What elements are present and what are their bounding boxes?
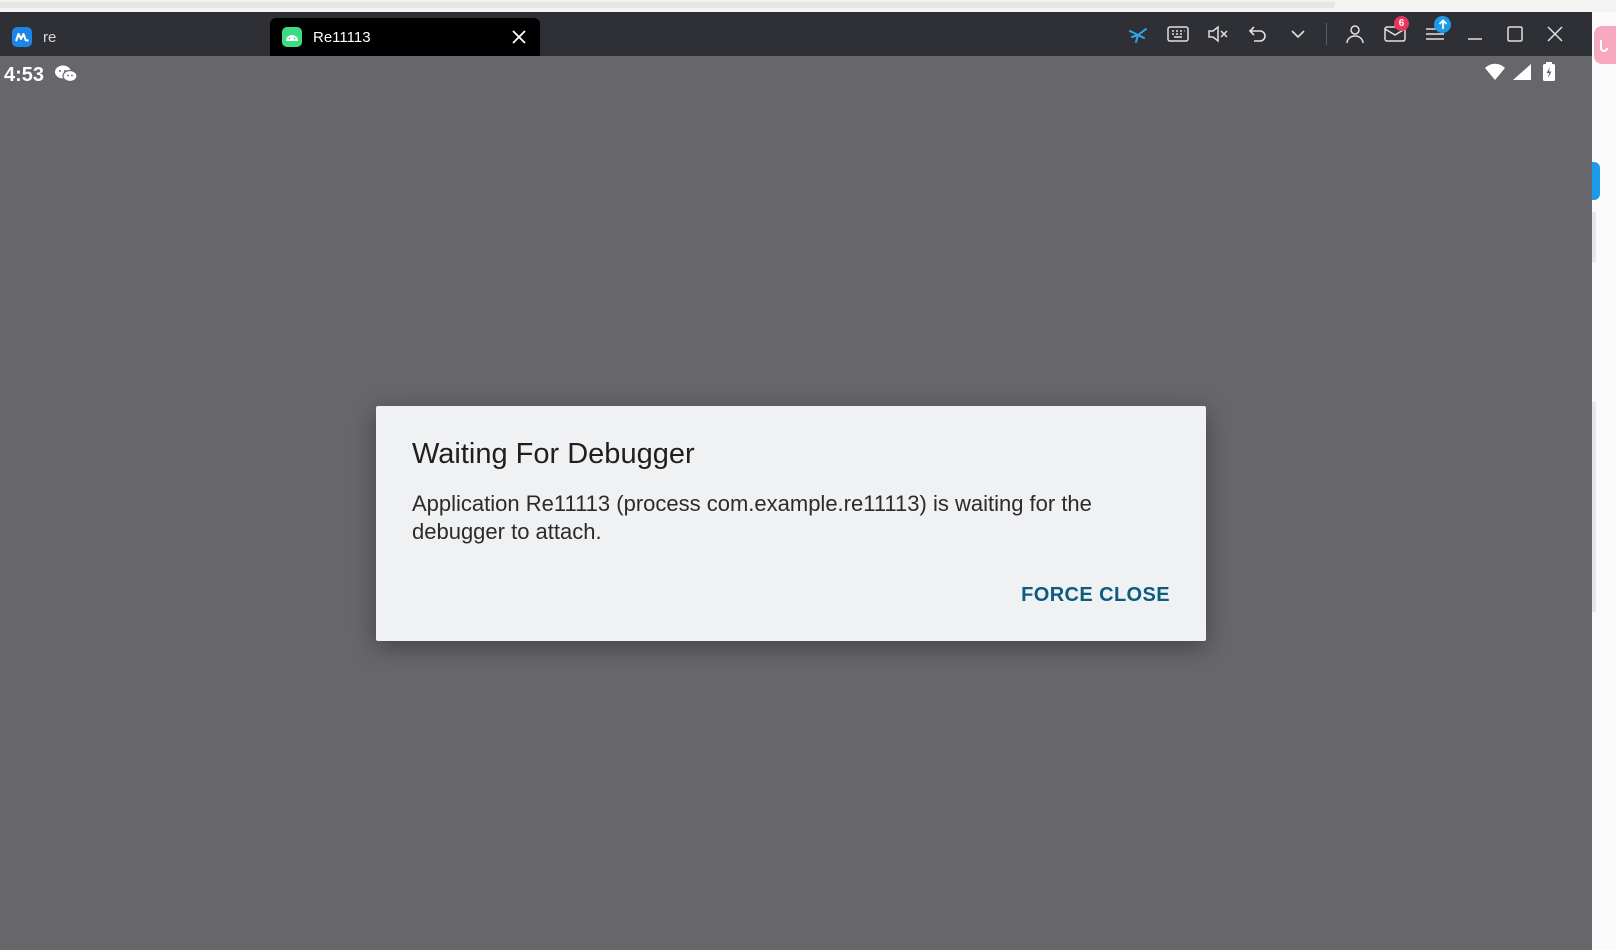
host-floating-icon: [1600, 40, 1608, 52]
upload-icon: [1434, 16, 1451, 33]
dialog-message: Application Re11113 (process com.example…: [412, 491, 1092, 544]
toolbar: 6: [1118, 12, 1575, 56]
host-side-indicator: [1592, 162, 1600, 200]
keyboard-button[interactable]: [1158, 12, 1198, 56]
maximize-button[interactable]: [1495, 12, 1535, 56]
android-icon: [282, 27, 302, 47]
tab-close-icon[interactable]: [510, 28, 528, 46]
force-close-button[interactable]: FORCE CLOSE: [1021, 584, 1170, 607]
host-window-top-strip: [0, 0, 1616, 12]
dialog-title: Waiting For Debugger: [412, 438, 695, 470]
emulator-window: re Re11113 6 4:53 Waiting For Debugger A…: [0, 12, 1592, 950]
tab-re11113[interactable]: Re11113: [270, 18, 540, 56]
keyboard-icon: [1167, 26, 1189, 42]
host-divider: [1592, 212, 1596, 262]
waiting-debugger-dialog: Waiting For Debugger Application Re11113…: [376, 406, 1206, 641]
tab-label: Re11113: [313, 28, 371, 46]
android-screen: 4:53 Waiting For Debugger Application Re…: [0, 56, 1592, 950]
drone-button[interactable]: [1118, 12, 1158, 56]
mail-badge: 6: [1394, 16, 1409, 31]
undo-button[interactable]: [1238, 12, 1278, 56]
account-button[interactable]: [1335, 12, 1375, 56]
chevron-down-icon: [1291, 30, 1305, 39]
host-floating-button[interactable]: [1594, 26, 1616, 64]
tab-re[interactable]: re: [0, 18, 268, 56]
drone-icon: [1129, 28, 1147, 43]
toolbar-separator: [1326, 23, 1327, 45]
host-scrollbar: [0, 2, 1335, 8]
menu-button[interactable]: [1415, 12, 1455, 56]
maximize-icon: [1507, 26, 1523, 42]
minimize-button[interactable]: [1455, 12, 1495, 56]
close-window-button[interactable]: [1535, 12, 1575, 56]
app-logo-icon: [12, 27, 32, 47]
dialog-scrim: Waiting For Debugger Application Re11113…: [0, 56, 1592, 950]
volume-button[interactable]: [1198, 12, 1238, 56]
undo-icon: [1248, 26, 1266, 42]
tab-label: re: [43, 28, 57, 46]
title-bar: re Re11113 6: [0, 12, 1592, 56]
host-divider: [1592, 402, 1596, 612]
host-app-right-edge: [1592, 12, 1616, 950]
close-icon: [1547, 26, 1563, 42]
user-icon: [1346, 25, 1364, 44]
minimize-icon: [1468, 38, 1482, 40]
volume-mute-icon: [1208, 25, 1228, 43]
more-button[interactable]: [1278, 12, 1318, 56]
mail-button[interactable]: 6: [1375, 12, 1415, 56]
